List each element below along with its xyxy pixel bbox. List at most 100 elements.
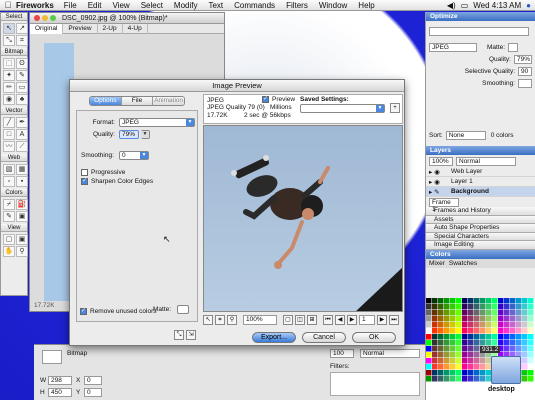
color-swatch[interactable] — [516, 298, 522, 304]
lasso-tool-icon[interactable]: ʘ — [16, 58, 28, 69]
tab-preview[interactable]: Preview — [63, 23, 98, 34]
color-swatch[interactable] — [438, 340, 444, 346]
hand-tool-icon[interactable]: ✋ — [3, 246, 15, 257]
color-swatch[interactable] — [426, 328, 432, 334]
color-swatch[interactable] — [474, 334, 480, 340]
color-swatch[interactable] — [498, 298, 504, 304]
color-swatch[interactable] — [444, 352, 450, 358]
color-swatch[interactable] — [480, 334, 486, 340]
width-input[interactable]: 298 — [48, 376, 72, 385]
volume-icon[interactable]: ◀) — [447, 1, 456, 10]
color-swatch[interactable] — [492, 334, 498, 340]
color-swatch[interactable] — [450, 298, 456, 304]
layer-row[interactable]: ▸ ✎ Background — [426, 187, 535, 197]
crop-tool-icon[interactable]: ⌗ — [16, 35, 28, 46]
knife-tool-icon[interactable]: ⟋ — [16, 141, 28, 152]
color-swatch[interactable] — [438, 376, 444, 382]
color-swatch[interactable] — [498, 316, 504, 322]
tab-4-up[interactable]: 4-Up — [123, 23, 148, 34]
color-swatch[interactable] — [456, 304, 462, 310]
1-up-view-icon[interactable]: ▢ — [283, 315, 293, 325]
color-swatch[interactable] — [504, 334, 510, 340]
color-swatch[interactable] — [528, 322, 534, 328]
color-swatch[interactable] — [444, 334, 450, 340]
zoom-select[interactable]: 100% — [243, 315, 277, 325]
spotlight-icon[interactable]: ● — [526, 1, 531, 10]
color-swatch[interactable] — [426, 316, 432, 322]
color-swatch[interactable] — [426, 298, 432, 304]
color-swatch[interactable] — [444, 364, 450, 370]
color-swatch[interactable] — [438, 334, 444, 340]
menu-app-name[interactable]: Fireworks — [16, 1, 54, 10]
color-swatch[interactable] — [450, 322, 456, 328]
color-swatch[interactable] — [438, 316, 444, 322]
color-swatch[interactable] — [492, 328, 498, 334]
color-swatch[interactable] — [462, 352, 468, 358]
color-swatch[interactable] — [462, 316, 468, 322]
crop-export-icon[interactable]: ⤡ — [174, 330, 184, 340]
color-swatch[interactable] — [474, 298, 480, 304]
optimize-selective-input[interactable]: 90 — [518, 66, 532, 76]
color-swatch[interactable] — [468, 322, 474, 328]
color-swatch[interactable] — [528, 316, 534, 322]
color-swatch[interactable] — [450, 304, 456, 310]
layer-row[interactable]: ▸ ◉ Layer 1 — [426, 177, 535, 187]
zoom-window-icon[interactable] — [50, 15, 56, 21]
color-swatch[interactable] — [462, 346, 468, 352]
pen-tool-icon[interactable]: ✒ — [16, 117, 28, 128]
color-swatch[interactable] — [438, 364, 444, 370]
color-swatch[interactable] — [486, 316, 492, 322]
color-swatch[interactable] — [492, 310, 498, 316]
color-swatch[interactable] — [456, 358, 462, 364]
color-swatch[interactable] — [492, 316, 498, 322]
color-swatch[interactable] — [528, 298, 534, 304]
prev-frame-icon[interactable]: ◀ — [335, 315, 345, 325]
color-swatch[interactable] — [432, 328, 438, 334]
x-input[interactable]: 0 — [84, 376, 102, 385]
optimize-settings-select[interactable] — [429, 26, 529, 36]
color-swatch[interactable] — [438, 358, 444, 364]
color-swatch[interactable] — [438, 304, 444, 310]
ok-button[interactable]: OK — [352, 332, 396, 343]
hotspot-tool-icon[interactable]: ▧ — [3, 164, 15, 175]
color-swatch[interactable] — [432, 304, 438, 310]
color-swatch[interactable] — [444, 370, 450, 376]
color-swatch[interactable] — [510, 328, 516, 334]
matte-swatch[interactable] — [177, 305, 189, 314]
first-frame-icon[interactable]: ⏮ — [323, 315, 333, 325]
blend-mode-select[interactable]: Normal — [360, 349, 420, 358]
color-swatch[interactable] — [468, 370, 474, 376]
color-swatch[interactable] — [438, 322, 444, 328]
next-frame-icon[interactable]: ▶ — [377, 315, 387, 325]
color-swatch[interactable] — [468, 304, 474, 310]
color-swatch[interactable] — [444, 310, 450, 316]
menu-help[interactable]: Help — [358, 1, 374, 10]
apple-menu-icon[interactable]:  — [0, 0, 16, 10]
menu-view[interactable]: View — [112, 1, 129, 10]
battery-icon[interactable]: ▭ — [461, 1, 469, 10]
subselect-tool-icon[interactable]: ↗ — [16, 23, 28, 34]
color-swatch[interactable] — [474, 310, 480, 316]
color-swatch[interactable] — [492, 322, 498, 328]
color-swatch[interactable] — [510, 316, 516, 322]
close-window-icon[interactable] — [34, 15, 40, 21]
color-swatch[interactable] — [432, 346, 438, 352]
color-swatch[interactable] — [462, 340, 468, 346]
color-swatch[interactable] — [456, 334, 462, 340]
color-swatch[interactable] — [450, 334, 456, 340]
color-swatch[interactable] — [444, 298, 450, 304]
tab-file[interactable]: File — [121, 97, 154, 105]
add-setting-icon[interactable]: + — [390, 103, 400, 113]
color-swatch[interactable] — [522, 322, 528, 328]
sharpen-checkbox[interactable]: ✓ — [81, 178, 88, 185]
color-swatch[interactable] — [450, 358, 456, 364]
color-swatch[interactable] — [456, 346, 462, 352]
crop-tool-icon[interactable]: ⌗ — [215, 315, 225, 325]
color-swatch[interactable] — [474, 316, 480, 322]
color-swatch[interactable] — [432, 298, 438, 304]
color-swatch[interactable] — [456, 376, 462, 382]
color-swatch[interactable] — [510, 334, 516, 340]
color-swatch[interactable] — [480, 322, 486, 328]
color-swatch[interactable] — [480, 310, 486, 316]
color-swatch[interactable] — [462, 364, 468, 370]
